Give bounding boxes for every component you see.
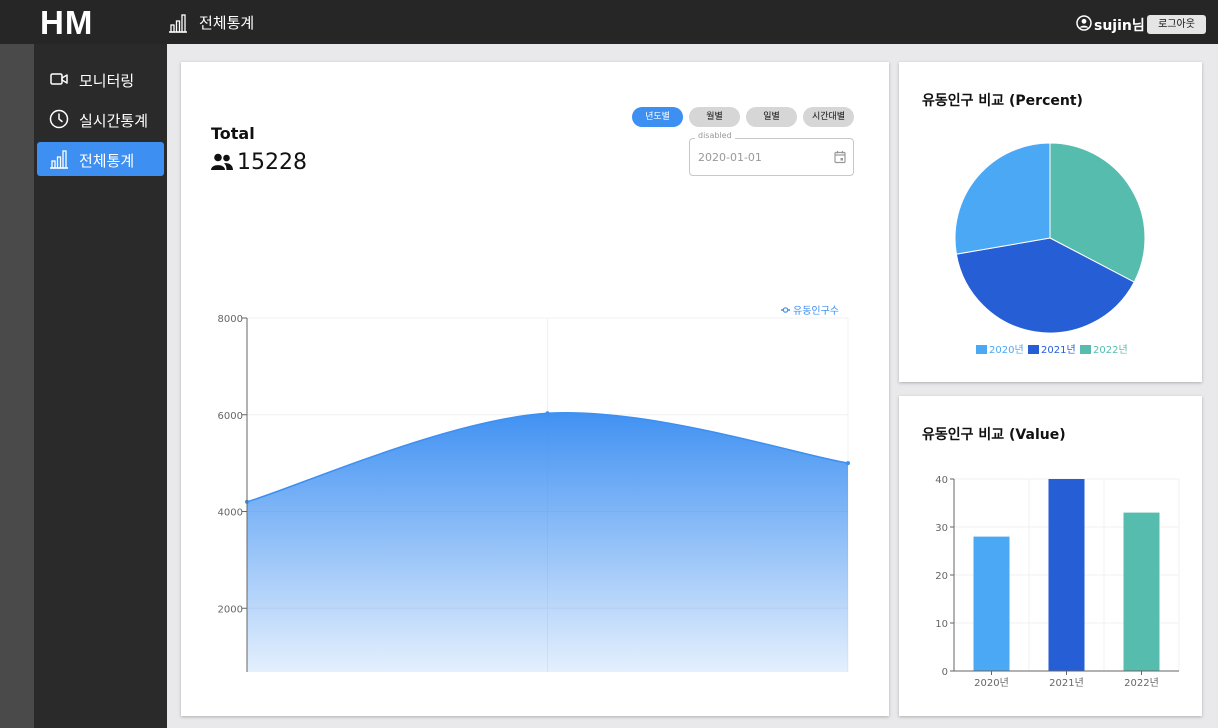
page-title: 전체통계: [199, 14, 255, 32]
left-edge-strip: [0, 44, 34, 728]
sidebar-item-label: 모니터링: [79, 72, 135, 90]
app-logo[interactable]: HM: [40, 4, 93, 42]
bar: [973, 536, 1010, 671]
legend-swatch: [1028, 345, 1039, 354]
bar: [1123, 512, 1160, 671]
bar-chart-icon: [50, 150, 68, 169]
pie-chart: 2020년 2021년 2022년: [954, 142, 1146, 356]
calendar-icon[interactable]: [833, 150, 847, 164]
total-stats-card: Total 15228 년도별 월별 일별 시간대별 disabled 2020…: [181, 62, 889, 716]
x-tick-label: 2020년: [974, 677, 1009, 689]
clock-icon: [49, 109, 69, 129]
value-compare-card: 유동인구 비교 (Value) 0 10 20 30 40 2020년 2021년 2022년: [899, 396, 1202, 716]
y-tick-label: 4000: [218, 508, 243, 519]
area-fill: [247, 412, 848, 672]
y-tick-label: 40: [935, 475, 948, 486]
date-picker-field[interactable]: disabled 2020-01-01: [689, 131, 854, 176]
total-value: 15228: [237, 150, 307, 175]
y-tick-label: 8000: [218, 314, 243, 325]
sidebar-item-realtime-stats[interactable]: 실시간통계: [37, 102, 164, 136]
x-tick-label: 2021년: [1049, 677, 1084, 689]
date-field-value: 2020-01-01: [698, 151, 762, 164]
y-tick-label: 20: [935, 571, 948, 582]
sidebar-item-monitoring[interactable]: 모니터링: [37, 62, 164, 96]
logout-button[interactable]: 로그아웃: [1147, 15, 1206, 34]
pie-slice: [954, 142, 1051, 255]
bar-chart: 0 10 20 30 40 2020년 2021년 2022년: [935, 475, 1180, 689]
x-tick-label: 2022년: [1124, 677, 1159, 689]
tab-by-year[interactable]: 년도별: [632, 107, 683, 127]
sidebar-item-label: 전체통계: [79, 152, 135, 170]
sidebar-item-total-stats[interactable]: 전체통계: [37, 142, 164, 176]
user-name[interactable]: sujin님: [1094, 15, 1145, 35]
bar-chart-title: 유동인구 비교 (Value): [922, 427, 1066, 443]
sidebar-item-label: 실시간통계: [79, 112, 149, 130]
tab-by-hour[interactable]: 시간대별: [803, 107, 854, 127]
legend-label: 2022년: [1093, 344, 1128, 356]
date-field-legend: disabled: [695, 131, 735, 140]
y-tick-label: 2000: [218, 604, 243, 615]
legend-marker: [782, 307, 789, 313]
pie-chart-title: 유동인구 비교 (Percent): [922, 93, 1083, 109]
tab-by-day[interactable]: 일별: [746, 107, 797, 127]
y-tick-label: 30: [935, 523, 948, 534]
video-camera-icon: [50, 73, 68, 85]
users-icon: [211, 153, 233, 170]
data-point: [545, 411, 550, 416]
legend-swatch: [976, 345, 987, 354]
sidebar: 모니터링 실시간통계 전체통계: [34, 44, 167, 728]
legend-label: 2021년: [1041, 344, 1076, 356]
y-tick-label: 6000: [218, 411, 243, 422]
percent-compare-card: 유동인구 비교 (Percent) 2020년 2021년 2022년: [899, 62, 1202, 382]
total-label: Total: [211, 124, 255, 143]
legend-swatch: [1080, 345, 1091, 354]
user-circle-icon[interactable]: [1076, 15, 1092, 31]
data-point: [846, 461, 850, 466]
legend-label: 2020년: [989, 344, 1024, 356]
legend-label: 유동인구수: [793, 305, 839, 317]
y-tick-label: 10: [935, 619, 948, 630]
tab-by-month[interactable]: 월별: [689, 107, 740, 127]
bar-chart-icon: [169, 14, 187, 33]
area-chart: 020004000600080002020년2021년2022년유동인구수: [218, 305, 850, 672]
top-bar: HM 전체통계 sujin님 로그아웃: [0, 0, 1218, 44]
y-tick-label: 0: [942, 667, 948, 678]
bar: [1048, 479, 1085, 671]
